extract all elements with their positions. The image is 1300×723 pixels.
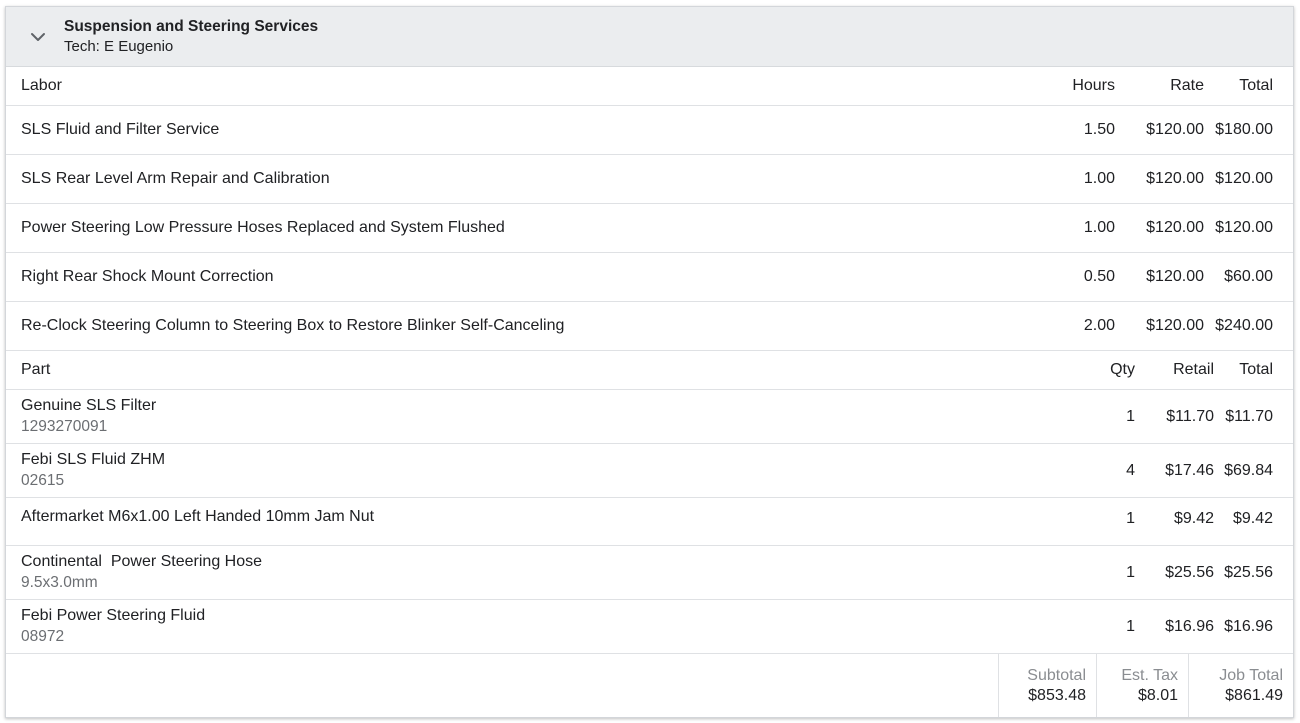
part-row[interactable]: Aftermarket M6x1.00 Left Handed 10mm Jam… bbox=[6, 498, 1293, 546]
part-total: $16.96 bbox=[1224, 617, 1273, 635]
labor-rate: $120.00 bbox=[1146, 219, 1204, 236]
job-total: Job Total $861.49 bbox=[1188, 654, 1293, 717]
part-qty: 4 bbox=[1126, 461, 1135, 479]
totals-row: Subtotal $853.48 Est. Tax $8.01 Job Tota… bbox=[6, 654, 1293, 717]
labor-hours: 1.50 bbox=[1083, 121, 1115, 138]
part-total: $11.70 bbox=[1225, 407, 1273, 425]
part-info: Febi SLS Fluid ZHM 02615 bbox=[6, 450, 1015, 492]
labor-hours: 1.00 bbox=[1083, 170, 1115, 187]
part-name: Febi SLS Fluid ZHM bbox=[21, 450, 166, 468]
part-retail: $9.42 bbox=[1173, 510, 1214, 527]
subtotal: Subtotal $853.48 bbox=[998, 654, 1096, 717]
tax-label: Est. Tax bbox=[1121, 667, 1178, 684]
labor-name: SLS Fluid and Filter Service bbox=[21, 121, 220, 138]
job-total-label: Job Total bbox=[1219, 667, 1283, 684]
part-retail: $16.96 bbox=[1165, 617, 1214, 635]
labor-row[interactable]: SLS Rear Level Arm Repair and Calibratio… bbox=[6, 155, 1293, 204]
part-number: 02615 bbox=[21, 471, 65, 489]
labor-header-row: Labor Hours Rate Total bbox=[6, 67, 1293, 106]
job-header[interactable]: Suspension and Steering Services Tech: E… bbox=[6, 7, 1293, 67]
part-number: 1293270091 bbox=[21, 417, 108, 435]
part-qty: 1 bbox=[1126, 617, 1135, 635]
part-number: 08972 bbox=[21, 627, 65, 645]
labor-row[interactable]: SLS Fluid and Filter Service 1.50 $120.0… bbox=[6, 106, 1293, 155]
parts-col-name: Part bbox=[21, 361, 51, 378]
part-info: Genuine SLS Filter 1293270091 bbox=[6, 396, 1015, 438]
labor-hours: 2.00 bbox=[1083, 317, 1115, 334]
labor-hours: 0.50 bbox=[1083, 268, 1115, 285]
labor-rate: $120.00 bbox=[1146, 170, 1204, 187]
part-row[interactable]: Febi Power Steering Fluid 08972 1 $16.96… bbox=[6, 600, 1293, 654]
parts-header-row: Part Qty Retail Total bbox=[6, 351, 1293, 390]
job-card: Suspension and Steering Services Tech: E… bbox=[5, 6, 1294, 718]
labor-total: $240.00 bbox=[1215, 317, 1273, 334]
part-info: Continental Power Steering Hose 9.5x3.0m… bbox=[6, 552, 1015, 594]
part-name: Aftermarket M6x1.00 Left Handed 10mm Jam… bbox=[21, 508, 375, 525]
part-row[interactable]: Genuine SLS Filter 1293270091 1 $11.70 $… bbox=[6, 390, 1293, 444]
labor-table: Labor Hours Rate Total SLS Fluid and Fil… bbox=[6, 67, 1293, 351]
labor-total: $60.00 bbox=[1224, 268, 1273, 285]
subtotal-label: Subtotal bbox=[1027, 667, 1086, 684]
labor-row[interactable]: Right Rear Shock Mount Correction 0.50 $… bbox=[6, 253, 1293, 302]
part-total: $25.56 bbox=[1224, 563, 1273, 581]
part-name: Febi Power Steering Fluid bbox=[21, 606, 206, 624]
labor-col-hours: Hours bbox=[1072, 77, 1115, 94]
labor-name: Re-Clock Steering Column to Steering Box… bbox=[21, 317, 565, 334]
chevron-down-icon[interactable] bbox=[28, 27, 48, 47]
labor-total: $120.00 bbox=[1215, 219, 1273, 236]
part-total: $69.84 bbox=[1224, 461, 1273, 479]
part-retail: $17.46 bbox=[1165, 461, 1214, 479]
parts-col-retail: Retail bbox=[1173, 361, 1214, 378]
part-info: Febi Power Steering Fluid 08972 bbox=[6, 606, 1015, 648]
part-name: Genuine SLS Filter bbox=[21, 396, 157, 414]
labor-rate: $120.00 bbox=[1146, 121, 1204, 138]
tax-value: $8.01 bbox=[1137, 687, 1178, 704]
parts-col-total: Total bbox=[1239, 361, 1273, 378]
part-total: $9.42 bbox=[1232, 510, 1273, 527]
part-name: Continental Power Steering Hose bbox=[21, 552, 263, 570]
parts-table: Part Qty Retail Total Genuine SLS Filter… bbox=[6, 351, 1293, 654]
labor-total: $180.00 bbox=[1215, 121, 1273, 138]
job-title: Suspension and Steering Services bbox=[64, 17, 319, 35]
labor-name: SLS Rear Level Arm Repair and Calibratio… bbox=[21, 170, 330, 187]
part-info: Aftermarket M6x1.00 Left Handed 10mm Jam… bbox=[6, 498, 1015, 527]
part-retail: $25.56 bbox=[1165, 563, 1214, 581]
labor-name: Power Steering Low Pressure Hoses Replac… bbox=[21, 219, 505, 236]
labor-col-rate: Rate bbox=[1170, 77, 1204, 94]
part-retail: $11.70 bbox=[1166, 407, 1214, 425]
job-total-value: $861.49 bbox=[1225, 687, 1283, 704]
part-qty: 1 bbox=[1126, 563, 1135, 581]
labor-total: $120.00 bbox=[1215, 170, 1273, 187]
labor-row[interactable]: Re-Clock Steering Column to Steering Box… bbox=[6, 302, 1293, 351]
labor-name: Right Rear Shock Mount Correction bbox=[21, 268, 274, 285]
labor-col-name: Labor bbox=[21, 77, 62, 94]
labor-hours: 1.00 bbox=[1083, 219, 1115, 236]
job-tech: Tech: E Eugenio bbox=[64, 37, 174, 55]
est-tax: Est. Tax $8.01 bbox=[1096, 654, 1188, 717]
part-row[interactable]: Febi SLS Fluid ZHM 02615 4 $17.46 $69.84 bbox=[6, 444, 1293, 498]
labor-col-total: Total bbox=[1239, 77, 1273, 94]
labor-rate: $120.00 bbox=[1146, 268, 1204, 285]
part-qty: 1 bbox=[1126, 407, 1135, 425]
parts-col-qty: Qty bbox=[1110, 361, 1135, 378]
labor-row[interactable]: Power Steering Low Pressure Hoses Replac… bbox=[6, 204, 1293, 253]
part-qty: 1 bbox=[1126, 510, 1135, 527]
part-number: 9.5x3.0mm bbox=[21, 573, 98, 591]
subtotal-value: $853.48 bbox=[1028, 687, 1086, 704]
part-row[interactable]: Continental Power Steering Hose 9.5x3.0m… bbox=[6, 546, 1293, 600]
labor-rate: $120.00 bbox=[1146, 317, 1204, 334]
job-header-text: Suspension and Steering Services Tech: E… bbox=[64, 17, 318, 57]
